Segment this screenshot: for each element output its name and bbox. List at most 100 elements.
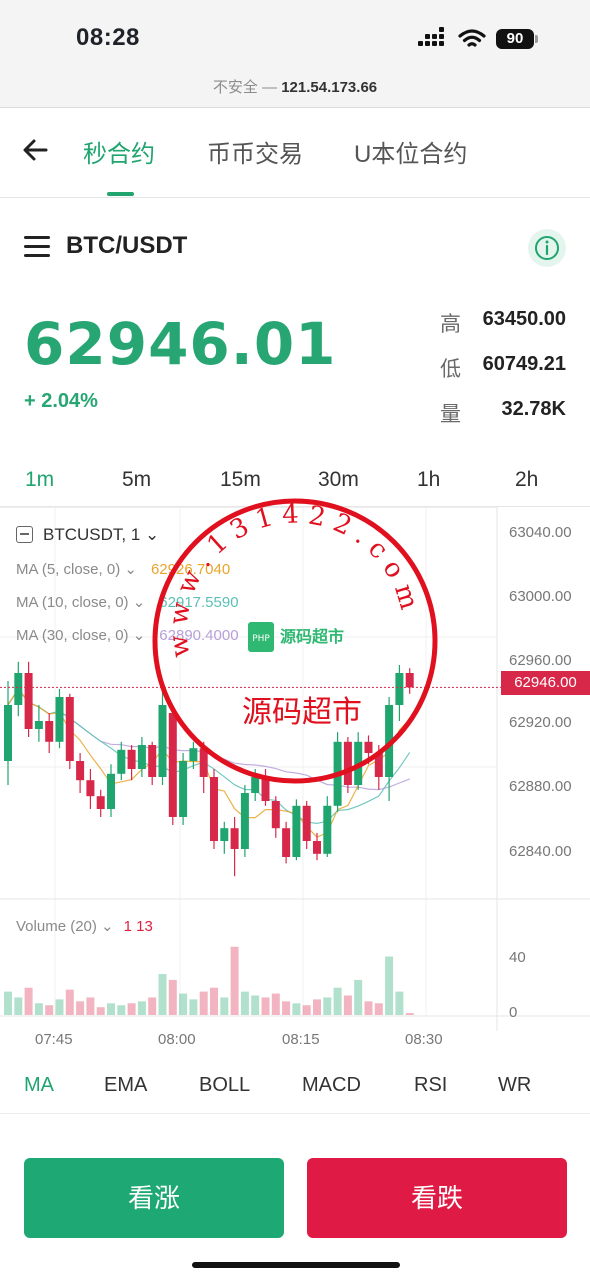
volume-bar: [395, 991, 404, 1015]
x-tick: 08:00: [158, 1031, 196, 1048]
candle-body: [240, 793, 249, 849]
chevron-down-icon[interactable]: ⌄: [124, 561, 137, 578]
volume-label: 量: [440, 403, 461, 426]
sell-down-button[interactable]: 看跌: [307, 1158, 567, 1238]
high-value: 63450.00: [482, 308, 566, 330]
indicator-wr[interactable]: WR: [498, 1074, 531, 1097]
interval-tabs: 1m 5m 15m 30m 1h 2h: [0, 464, 590, 496]
volume-bar: [364, 1001, 373, 1015]
chevron-down-icon[interactable]: ⌄: [133, 594, 146, 611]
indicator-boll[interactable]: BOLL: [199, 1074, 250, 1097]
info-icon[interactable]: [528, 229, 566, 267]
tab-usdt-futures[interactable]: U本位合约: [354, 134, 467, 169]
last-price: 62946.01: [24, 310, 337, 378]
volume-bar: [323, 997, 332, 1015]
volume-bar: [261, 997, 270, 1015]
x-tick: 08:30: [405, 1031, 443, 1048]
volume-bar: [55, 999, 64, 1015]
volume-bar: [86, 997, 95, 1015]
indicator-ema[interactable]: EMA: [104, 1074, 147, 1097]
collapse-icon[interactable]: [16, 526, 33, 543]
tab-second-contract[interactable]: 秒合约: [83, 134, 155, 169]
interval-2h[interactable]: 2h: [515, 468, 538, 492]
volume-bar: [65, 989, 74, 1015]
price-change: + 2.04%: [24, 390, 98, 412]
status-bar: 08:28 90 不安全 — 121.54.173.66: [0, 0, 590, 108]
candle-body: [271, 801, 280, 829]
interval-5m[interactable]: 5m: [122, 468, 151, 492]
chart-symbol[interactable]: BTCUSDT, 1 ⌄: [16, 525, 159, 545]
volume-bar: [168, 979, 177, 1015]
candle-body: [65, 697, 74, 761]
x-tick: 08:15: [282, 1031, 320, 1048]
candle-body: [220, 828, 229, 841]
y-tick: 63040.00: [509, 524, 572, 541]
interval-1m[interactable]: 1m: [25, 468, 54, 492]
x-tick: 07:45: [35, 1031, 73, 1048]
candle-body: [45, 721, 54, 742]
volume-bar: [158, 974, 167, 1015]
volume-bar: [107, 1003, 115, 1015]
candle-body: [4, 705, 12, 761]
candle-body: [302, 805, 311, 841]
candle-body: [76, 761, 85, 781]
volume-tick: 40: [509, 949, 526, 966]
volume-bar: [343, 995, 352, 1015]
high-label: 高: [440, 313, 461, 336]
indicator-macd[interactable]: MACD: [302, 1074, 361, 1097]
y-tick: 63000.00: [509, 588, 572, 605]
candle-body: [34, 721, 43, 729]
volume-bar: [374, 1003, 383, 1015]
volume-bar: [96, 1007, 105, 1015]
active-tab-indicator: [107, 192, 134, 196]
volume-bar: [117, 1005, 126, 1015]
volume-bar: [313, 999, 321, 1015]
status-time: 08:28: [76, 24, 140, 51]
volume-bar: [24, 987, 33, 1015]
interval-30m[interactable]: 30m: [318, 468, 359, 492]
candle-body: [117, 749, 126, 774]
watermark-stamp: w w w . 1 3 1 4 2 2 . c o m 源码超市 PHP 源码超…: [152, 498, 438, 784]
pair-header: BTC/USDT: [0, 226, 590, 270]
chevron-down-icon[interactable]: ⌄: [101, 918, 114, 935]
volume-bar: [302, 1005, 311, 1015]
candle-body: [55, 697, 64, 742]
interval-1h[interactable]: 1h: [417, 468, 440, 492]
candle-body: [137, 745, 146, 769]
y-tick: 62920.00: [509, 714, 572, 731]
logo-sub-text: PHP: [252, 634, 270, 644]
volume-legend-value: 1 13: [123, 918, 153, 935]
logo-text: 源码超市: [280, 627, 344, 646]
volume-legend[interactable]: Volume (20) ⌄ 1 13: [16, 917, 153, 935]
candle-body: [127, 749, 136, 769]
y-tick: 62840.00: [509, 843, 572, 860]
candle-body: [292, 805, 301, 857]
menu-icon[interactable]: [24, 236, 50, 258]
candle-body: [14, 673, 23, 705]
url-bar[interactable]: 不安全 — 121.54.173.66: [0, 76, 590, 97]
volume-bar: [354, 979, 363, 1015]
candle-body: [24, 673, 33, 729]
tab-spot-trading[interactable]: 币币交易: [207, 134, 303, 169]
volume-bar: [282, 1001, 291, 1015]
trading-pair[interactable]: BTC/USDT: [66, 232, 187, 260]
volume-bar: [127, 1003, 136, 1015]
ma10-label: MA (10, close, 0): [16, 594, 129, 611]
interval-15m[interactable]: 15m: [220, 468, 261, 492]
indicator-ma[interactable]: MA: [24, 1074, 54, 1097]
buy-up-button[interactable]: 看涨: [24, 1158, 284, 1238]
volume-bar: [271, 993, 280, 1015]
low-value: 60749.21: [482, 353, 566, 375]
volume-bar: [292, 1003, 301, 1015]
volume-bar: [220, 997, 229, 1015]
watermark-center-text: 源码超市: [242, 695, 362, 730]
volume-bar: [45, 1005, 54, 1015]
indicator-rsi[interactable]: RSI: [414, 1074, 447, 1097]
back-arrow-icon[interactable]: [20, 134, 52, 166]
battery-icon: 90: [496, 29, 538, 49]
low-label: 低: [440, 358, 461, 381]
volume-legend-label: Volume (20): [16, 918, 97, 935]
wifi-icon: [458, 29, 486, 47]
chevron-down-icon[interactable]: ⌄: [133, 627, 146, 644]
ma5-label: MA (5, close, 0): [16, 561, 121, 578]
